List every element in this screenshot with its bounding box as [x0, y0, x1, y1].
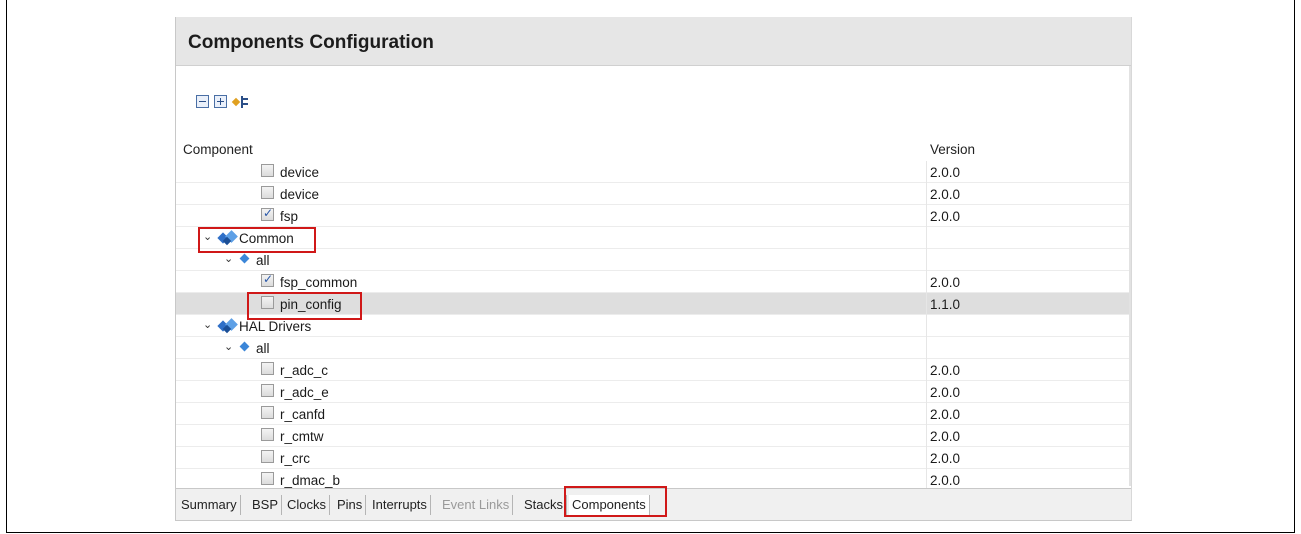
row-checkbox-checked[interactable]	[261, 272, 274, 287]
tab-bsp[interactable]: BSP	[249, 495, 283, 515]
row-version: 2.0.0	[930, 451, 961, 466]
row-version: 2.0.0	[930, 165, 961, 180]
tree-row-r-canfd[interactable]: r_canfd 2.0.0	[176, 403, 1131, 425]
tab-event-links: Event Links	[439, 495, 514, 515]
column-header-component[interactable]: Component	[183, 142, 253, 157]
tab-clocks[interactable]: Clocks	[284, 495, 331, 515]
tree-row-device[interactable]: device 2.0.0	[176, 161, 1131, 183]
row-version: 2.0.0	[930, 407, 961, 422]
tree-subgroup-all[interactable]: ⌄ all	[176, 337, 1131, 359]
component-group-icon	[217, 318, 238, 334]
tree-row-fsp-common[interactable]: fsp_common 2.0.0	[176, 271, 1131, 293]
panel-header: Components Configuration	[176, 17, 1131, 66]
tab-interrupts[interactable]: Interrupts	[369, 495, 431, 515]
row-label: all	[256, 341, 270, 356]
chevron-down-icon[interactable]: ⌄	[224, 252, 233, 265]
component-group-icon	[217, 230, 238, 246]
row-label: r_canfd	[280, 407, 326, 422]
row-version: 2.0.0	[930, 275, 961, 290]
tree-row-r-crc[interactable]: r_crc 2.0.0	[176, 447, 1131, 469]
tree-group-hal-drivers[interactable]: ⌄ HAL Drivers	[176, 315, 1131, 337]
tab-components[interactable]: Components	[569, 495, 650, 515]
row-version: 1.1.0	[930, 297, 961, 312]
row-checkbox[interactable]	[261, 428, 274, 441]
tree-row-device[interactable]: device 2.0.0	[176, 183, 1131, 205]
vertical-scrollbar[interactable]	[1129, 66, 1131, 486]
chevron-down-icon[interactable]: ⌄	[203, 230, 212, 243]
row-label: r_adc_e	[280, 385, 329, 400]
row-checkbox[interactable]	[261, 406, 274, 419]
row-checkbox-checked[interactable]	[261, 206, 274, 221]
row-label: device	[280, 165, 320, 180]
row-version: 2.0.0	[930, 187, 961, 202]
row-version: 2.0.0	[930, 429, 961, 444]
row-version: 2.0.0	[930, 363, 961, 378]
tab-summary[interactable]: Summary	[178, 495, 241, 515]
collapse-all-icon[interactable]	[196, 95, 209, 108]
chevron-down-icon[interactable]: ⌄	[203, 318, 212, 331]
components-configuration-panel: Components Configuration Component Versi…	[175, 17, 1132, 521]
component-node-icon	[239, 253, 250, 264]
row-checkbox[interactable]	[261, 362, 274, 375]
tree-row-r-adc-e[interactable]: r_adc_e 2.0.0	[176, 381, 1131, 403]
tree-row-r-adc-c[interactable]: r_adc_c 2.0.0	[176, 359, 1131, 381]
tab-pins[interactable]: Pins	[334, 495, 367, 515]
row-label: all	[256, 253, 270, 268]
tree-group-common[interactable]: ⌄ Common	[176, 227, 1131, 249]
chevron-down-icon[interactable]: ⌄	[224, 340, 233, 353]
expand-all-icon[interactable]	[214, 95, 227, 108]
row-checkbox[interactable]	[261, 164, 274, 177]
column-header-version[interactable]: Version	[930, 142, 975, 157]
row-version: 2.0.0	[930, 385, 961, 400]
row-label: fsp_common	[280, 275, 358, 290]
row-label: Common	[239, 231, 294, 246]
page-title: Components Configuration	[188, 32, 434, 53]
row-label: pin_config	[280, 297, 342, 312]
row-checkbox[interactable]	[261, 450, 274, 463]
tree-row-r-cmtw[interactable]: r_cmtw 2.0.0	[176, 425, 1131, 447]
row-label: HAL Drivers	[239, 319, 312, 334]
row-label: fsp	[280, 209, 299, 224]
tab-stacks[interactable]: Stacks	[521, 495, 568, 515]
row-version: 2.0.0	[930, 473, 961, 488]
row-label: r_cmtw	[280, 429, 324, 444]
tree-subgroup-all[interactable]: ⌄ all	[176, 249, 1131, 271]
row-checkbox[interactable]	[261, 384, 274, 397]
editor-tab-bar: Summary BSP Clocks Pins Interrupts Event…	[176, 488, 1131, 520]
row-label: r_crc	[280, 451, 310, 466]
row-label: r_adc_c	[280, 363, 329, 378]
tree-row-fsp[interactable]: fsp 2.0.0	[176, 205, 1131, 227]
row-label: device	[280, 187, 320, 202]
filter-tree-icon[interactable]	[231, 95, 249, 109]
tree-column-header: Component Version	[176, 138, 1131, 160]
row-version: 2.0.0	[930, 209, 961, 224]
row-checkbox[interactable]	[261, 472, 274, 485]
row-label: r_dmac_b	[280, 473, 341, 488]
row-checkbox[interactable]	[261, 296, 274, 309]
tree-row-pin-config[interactable]: pin_config 1.1.0	[176, 293, 1131, 315]
component-node-icon	[239, 341, 250, 352]
row-checkbox[interactable]	[261, 186, 274, 199]
